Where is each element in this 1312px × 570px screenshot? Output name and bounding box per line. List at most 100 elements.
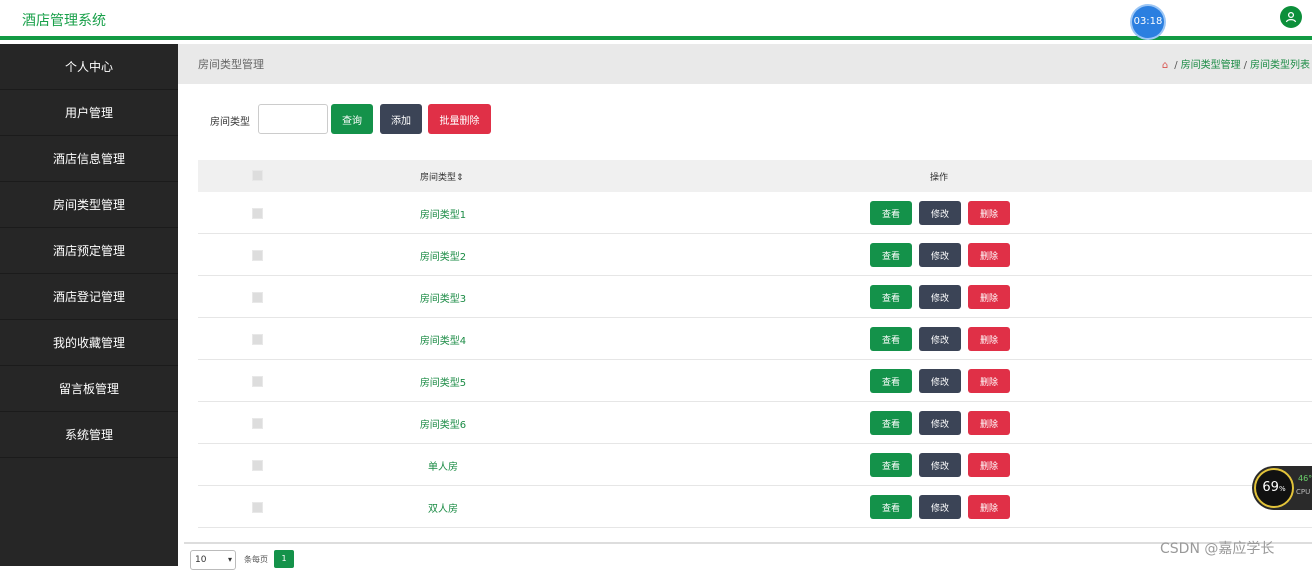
- sidebar-item-favorites[interactable]: 我的收藏管理: [0, 320, 178, 366]
- table-row: 房间类型1 查看 修改 删除: [198, 192, 1312, 234]
- delete-button[interactable]: 删除: [968, 453, 1010, 477]
- room-type-table: 房间类型⇕ 操作 房间类型1 查看 修改 删除 房间类型2 查看 修改 删除 房…: [198, 160, 1312, 528]
- delete-button[interactable]: 删除: [968, 285, 1010, 309]
- row-checkbox[interactable]: [252, 292, 263, 303]
- view-button[interactable]: 查看: [870, 201, 912, 225]
- sidebar-item-hotel-info[interactable]: 酒店信息管理: [0, 136, 178, 182]
- view-button[interactable]: 查看: [870, 285, 912, 309]
- page-number-button[interactable]: 1: [274, 550, 294, 568]
- select-all-checkbox[interactable]: [252, 170, 263, 181]
- view-button[interactable]: 查看: [870, 495, 912, 519]
- room-type-cell: 房间类型3: [419, 294, 467, 305]
- app-title: 酒店管理系统: [22, 13, 106, 29]
- breadcrumb-bar: 房间类型管理 ⌂ / 房间类型管理 / 房间类型列表: [178, 44, 1312, 84]
- edit-button[interactable]: 修改: [919, 201, 961, 225]
- delete-button[interactable]: 删除: [968, 411, 1010, 435]
- delete-button[interactable]: 删除: [968, 243, 1010, 267]
- edit-button[interactable]: 修改: [919, 285, 961, 309]
- sidebar-item-hotel-booking[interactable]: 酒店预定管理: [0, 228, 178, 274]
- sidebar-item-label: 个人中心: [64, 60, 113, 74]
- cpu-percent-value: 69: [1262, 480, 1279, 495]
- sort-icon[interactable]: ⇕: [456, 173, 464, 183]
- view-button[interactable]: 查看: [870, 369, 912, 393]
- row-checkbox[interactable]: [252, 502, 263, 513]
- room-type-cell: 房间类型2: [419, 252, 467, 263]
- user-avatar-icon[interactable]: [1280, 6, 1302, 28]
- sidebar-item-hotel-checkin[interactable]: 酒店登记管理: [0, 274, 178, 320]
- room-type-cell: 房间类型1: [419, 210, 467, 221]
- table-row: 房间类型3 查看 修改 删除: [198, 276, 1312, 318]
- sidebar-item-label: 系统管理: [64, 428, 113, 442]
- timer-badge[interactable]: 03:18: [1132, 6, 1164, 38]
- room-type-cell: 房间类型5: [419, 378, 467, 389]
- breadcrumb-item-room-type-list: 房间类型列表: [1250, 60, 1310, 71]
- view-button[interactable]: 查看: [870, 327, 912, 351]
- edit-button[interactable]: 修改: [919, 453, 961, 477]
- sidebar-item-user-management[interactable]: 用户管理: [0, 90, 178, 136]
- page-title: 房间类型管理: [198, 58, 264, 71]
- room-type-search-input[interactable]: [258, 104, 328, 134]
- breadcrumb-separator: /: [1243, 60, 1247, 71]
- home-icon[interactable]: ⌂: [1162, 60, 1168, 71]
- table-row: 双人房 查看 修改 删除: [198, 486, 1312, 528]
- column-header-room-type[interactable]: 房间类型⇕: [420, 170, 464, 183]
- cpu-label: CPU: [1296, 488, 1311, 496]
- edit-button[interactable]: 修改: [919, 495, 961, 519]
- sidebar-item-label: 酒店信息管理: [52, 152, 125, 166]
- delete-button[interactable]: 删除: [968, 495, 1010, 519]
- user-icon: [1285, 11, 1297, 23]
- page-size-select[interactable]: 10 ▾: [190, 550, 236, 570]
- view-button[interactable]: 查看: [870, 453, 912, 477]
- sidebar-item-label: 用户管理: [64, 106, 113, 120]
- page-size-value: 10: [195, 555, 207, 565]
- sidebar-item-label: 房间类型管理: [52, 198, 125, 212]
- batch-delete-button[interactable]: 批量删除: [428, 104, 491, 134]
- room-type-cell: 房间类型4: [419, 336, 467, 347]
- sidebar-item-personal-center[interactable]: 个人中心: [0, 44, 178, 90]
- delete-button[interactable]: 删除: [968, 327, 1010, 351]
- breadcrumb-separator: /: [1174, 60, 1178, 71]
- edit-button[interactable]: 修改: [919, 243, 961, 267]
- view-button[interactable]: 查看: [870, 243, 912, 267]
- breadcrumb: ⌂ / 房间类型管理 / 房间类型列表: [1162, 56, 1310, 71]
- sidebar-item-label: 酒店预定管理: [52, 244, 125, 258]
- cpu-monitor-widget: 69% 46° CPU: [1252, 466, 1312, 510]
- row-checkbox[interactable]: [252, 418, 263, 429]
- column-header-label: 房间类型: [420, 173, 457, 183]
- breadcrumb-item-room-type[interactable]: 房间类型管理: [1181, 60, 1241, 71]
- cpu-usage-gauge: 69%: [1254, 468, 1294, 508]
- row-checkbox[interactable]: [252, 376, 263, 387]
- cpu-percent-unit: %: [1278, 485, 1286, 493]
- sidebar-item-message-board[interactable]: 留言板管理: [0, 366, 178, 412]
- edit-button[interactable]: 修改: [919, 369, 961, 393]
- row-checkbox[interactable]: [252, 334, 263, 345]
- add-button[interactable]: 添加: [380, 104, 422, 134]
- query-button[interactable]: 查询: [331, 104, 373, 134]
- row-checkbox[interactable]: [252, 250, 263, 261]
- sidebar-item-label: 留言板管理: [58, 382, 119, 396]
- sidebar-item-system[interactable]: 系统管理: [0, 412, 178, 458]
- room-type-cell: 房间类型6: [419, 420, 467, 431]
- table-row: 房间类型6 查看 修改 删除: [198, 402, 1312, 444]
- delete-button[interactable]: 删除: [968, 369, 1010, 393]
- sidebar-item-room-type[interactable]: 房间类型管理: [0, 182, 178, 228]
- table-row: 房间类型4 查看 修改 删除: [198, 318, 1312, 360]
- sidebar-item-label: 酒店登记管理: [52, 290, 125, 304]
- top-bar: 酒店管理系统 03:18: [0, 0, 1312, 40]
- room-type-cell: 双人房: [428, 504, 458, 515]
- room-type-cell: 单人房: [428, 462, 458, 473]
- chevron-down-icon: ▾: [227, 555, 232, 564]
- table-row: 房间类型2 查看 修改 删除: [198, 234, 1312, 276]
- row-checkbox[interactable]: [252, 460, 263, 471]
- search-label: 房间类型: [210, 117, 250, 128]
- delete-button[interactable]: 删除: [968, 201, 1010, 225]
- table-row: 房间类型5 查看 修改 删除: [198, 360, 1312, 402]
- main-content: 房间类型管理 ⌂ / 房间类型管理 / 房间类型列表 房间类型 查询 添加 批量删除 房…: [178, 44, 1312, 570]
- edit-button[interactable]: 修改: [919, 327, 961, 351]
- edit-button[interactable]: 修改: [919, 411, 961, 435]
- sidebar-item-label: 我的收藏管理: [52, 336, 125, 350]
- row-checkbox[interactable]: [252, 208, 263, 219]
- per-page-label: 条每页: [244, 555, 268, 564]
- view-button[interactable]: 查看: [870, 411, 912, 435]
- column-header-actions: 操作: [930, 173, 949, 183]
